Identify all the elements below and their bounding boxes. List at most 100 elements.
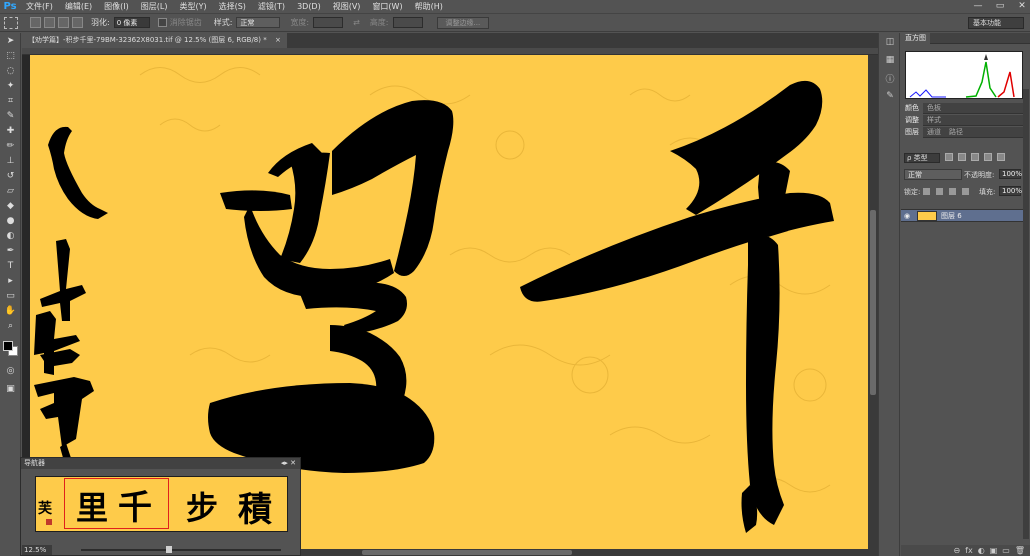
minimize-icon[interactable]: — bbox=[972, 0, 984, 13]
height-input[interactable] bbox=[392, 17, 423, 28]
eyedropper-tool-icon[interactable]: ✎ bbox=[0, 108, 21, 123]
info-panel-icon[interactable]: ⓘ bbox=[879, 69, 901, 87]
clone-stamp-tool-icon[interactable]: ⊥ bbox=[0, 153, 21, 168]
close-tab-icon[interactable]: × bbox=[275, 36, 281, 44]
shape-tool-icon[interactable]: ▭ bbox=[0, 288, 21, 303]
style-select[interactable]: 正常 bbox=[236, 17, 281, 28]
screen-mode-icon[interactable]: ▣ bbox=[0, 381, 21, 396]
menu-help[interactable]: 帮助(H) bbox=[409, 0, 449, 13]
new-selection-icon[interactable] bbox=[30, 17, 41, 28]
tab-swatches[interactable]: 色板 bbox=[923, 103, 945, 114]
new-layer-icon[interactable]: ▭ bbox=[1002, 546, 1010, 555]
marquee-preset-icon[interactable] bbox=[4, 16, 18, 29]
menu-image[interactable]: 图像(I) bbox=[98, 0, 135, 13]
feather-label: 羽化: bbox=[91, 18, 110, 27]
menu-3d[interactable]: 3D(D) bbox=[291, 0, 327, 13]
navigator-preview[interactable]: 芙 千 里 步 積 bbox=[35, 476, 288, 532]
blur-tool-icon[interactable]: ● bbox=[0, 213, 21, 228]
blend-mode-select[interactable]: 正常 bbox=[904, 169, 962, 180]
lock-position-icon[interactable] bbox=[949, 188, 956, 195]
move-tool-icon[interactable]: ➤ bbox=[0, 33, 21, 48]
refine-edge-button[interactable]: 调整边缘... bbox=[436, 16, 490, 29]
paint-bucket-tool-icon[interactable]: ◆ bbox=[0, 198, 21, 213]
menu-view[interactable]: 视图(V) bbox=[327, 0, 367, 13]
swap-icon[interactable]: ⇄ bbox=[353, 18, 360, 27]
link-layers-icon[interactable]: ⊖ bbox=[953, 546, 960, 555]
horizontal-scroll-thumb[interactable] bbox=[362, 550, 572, 555]
menu-edit[interactable]: 编辑(E) bbox=[59, 0, 98, 13]
lock-transparent-icon[interactable] bbox=[923, 188, 930, 195]
panel-scrollbar[interactable] bbox=[1023, 89, 1029, 539]
navigator-zoom-field[interactable]: 12.5% bbox=[22, 545, 52, 555]
menu-window[interactable]: 窗口(W) bbox=[366, 0, 408, 13]
vertical-scroll-thumb[interactable] bbox=[870, 210, 876, 395]
vertical-scrollbar[interactable] bbox=[868, 55, 878, 549]
add-selection-icon[interactable] bbox=[44, 17, 55, 28]
layer-row[interactable]: ◉ 图层 6 bbox=[901, 209, 1023, 222]
tab-paths[interactable]: 路径 bbox=[945, 127, 967, 138]
close-icon[interactable]: ✕ bbox=[1016, 0, 1028, 13]
path-selection-tool-icon[interactable]: ▸ bbox=[0, 273, 21, 288]
document-tab[interactable]: 【劝学篇】-积步千里-79BM-32362X8031.tif @ 12.5% (… bbox=[22, 33, 287, 48]
pen-tool-icon[interactable]: ✒ bbox=[0, 243, 21, 258]
tab-adjustments[interactable]: 调整 bbox=[901, 114, 923, 126]
opacity-input[interactable]: 100% bbox=[999, 169, 1022, 179]
height-label: 高度: bbox=[369, 18, 389, 27]
tab-histogram[interactable]: 直方图 bbox=[901, 32, 930, 44]
history-brush-tool-icon[interactable]: ↺ bbox=[0, 168, 21, 183]
lock-pixels-icon[interactable] bbox=[936, 188, 943, 195]
fill-input[interactable]: 100% bbox=[999, 186, 1022, 196]
menu-filter[interactable]: 滤镜(T) bbox=[252, 0, 291, 13]
layer-style-icon[interactable]: fx bbox=[965, 546, 973, 555]
menu-type[interactable]: 类型(Y) bbox=[173, 0, 212, 13]
intersect-selection-icon[interactable] bbox=[72, 17, 83, 28]
tab-layers[interactable]: 图层 bbox=[901, 126, 923, 138]
workspace-select[interactable]: 基本功能 bbox=[968, 17, 1024, 29]
shape-filter-icon[interactable] bbox=[984, 153, 992, 161]
navigator-view-frame[interactable] bbox=[64, 478, 169, 529]
marquee-tool-icon[interactable]: ⬚ bbox=[0, 48, 21, 63]
navigator-header: 导航器 ◂▸ ✕ bbox=[21, 458, 300, 469]
menu-layer[interactable]: 图层(L) bbox=[135, 0, 174, 13]
quick-mask-icon[interactable]: ◎ bbox=[0, 363, 21, 378]
pixel-filter-icon[interactable] bbox=[945, 153, 953, 161]
lock-all-icon[interactable] bbox=[962, 188, 969, 195]
adjustment-layer-icon[interactable]: ◐ bbox=[978, 546, 985, 555]
brush-tool-icon[interactable]: ✏ bbox=[0, 138, 21, 153]
zoom-tool-icon[interactable]: ⌕ bbox=[0, 318, 21, 333]
type-filter-icon[interactable] bbox=[971, 153, 979, 161]
tab-styles[interactable]: 样式 bbox=[923, 115, 945, 126]
menu-select[interactable]: 选择(S) bbox=[213, 0, 252, 13]
navigator-zoom-slider[interactable] bbox=[81, 546, 281, 553]
antialias-checkbox[interactable] bbox=[157, 18, 167, 27]
collapse-icon[interactable]: ◂▸ ✕ bbox=[281, 458, 296, 469]
feather-input[interactable]: 0 像素 bbox=[113, 17, 150, 28]
subtract-selection-icon[interactable] bbox=[58, 17, 69, 28]
healing-brush-tool-icon[interactable]: ✚ bbox=[0, 123, 21, 138]
foreground-color-swatch[interactable] bbox=[3, 341, 13, 351]
maximize-icon[interactable]: ▭ bbox=[994, 0, 1006, 13]
style-label: 样式: bbox=[213, 18, 233, 27]
adjust-filter-icon[interactable] bbox=[958, 153, 966, 161]
dodge-tool-icon[interactable]: ◐ bbox=[0, 228, 21, 243]
tab-channels[interactable]: 通道 bbox=[923, 127, 945, 138]
tab-color[interactable]: 颜色 bbox=[901, 102, 923, 114]
crop-tool-icon[interactable]: ⌗ bbox=[0, 93, 21, 108]
layer-filter-select[interactable]: ρ 类型 bbox=[904, 153, 940, 163]
properties-panel-icon[interactable]: ▦ bbox=[879, 51, 901, 69]
magic-wand-tool-icon[interactable]: ✦ bbox=[0, 78, 21, 93]
history-panel-icon[interactable]: ◫ bbox=[879, 33, 901, 51]
smart-filter-icon[interactable] bbox=[997, 153, 1005, 161]
layer-mask-icon[interactable]: ▣ bbox=[990, 546, 998, 555]
menu-file[interactable]: 文件(F) bbox=[20, 0, 59, 13]
lasso-tool-icon[interactable]: ◌ bbox=[0, 63, 21, 78]
width-input[interactable] bbox=[313, 17, 344, 28]
hand-tool-icon[interactable]: ✋ bbox=[0, 303, 21, 318]
zoom-slider-knob[interactable] bbox=[166, 546, 172, 553]
brush-panel-icon[interactable]: ✎ bbox=[879, 87, 901, 105]
visibility-eye-icon[interactable]: ◉ bbox=[904, 212, 912, 220]
eraser-tool-icon[interactable]: ▱ bbox=[0, 183, 21, 198]
type-tool-icon[interactable]: T bbox=[0, 258, 21, 273]
delete-layer-icon[interactable]: 🗑 bbox=[1015, 546, 1025, 555]
layer-name[interactable]: 图层 6 bbox=[941, 210, 962, 223]
